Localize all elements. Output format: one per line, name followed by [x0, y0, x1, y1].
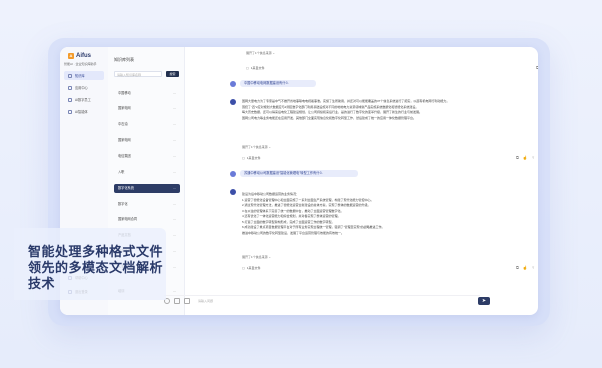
kb-item[interactable]: 国家电网合同 ⋯ — [114, 215, 180, 224]
brand-subtitle: 智能AI · 企业知识库助手 — [64, 62, 97, 66]
user-avatar — [230, 171, 236, 177]
agent-icon — [68, 109, 72, 114]
answer-line: 推进中移动公司的数字化转型建设，发展了平台运营管理与效能的有效统一。 — [242, 230, 345, 235]
more-icon[interactable]: ⋯ — [173, 231, 176, 240]
source-tag[interactable]: ▢ 1来自文件 — [242, 156, 261, 160]
kb-item-label: 中石油 — [118, 122, 128, 126]
nav-item-apps[interactable]: 应用中心 — [64, 83, 104, 92]
nav-item-agent[interactable]: AI智能体 — [64, 107, 104, 116]
message-actions: ⧉☝☟ — [536, 65, 538, 70]
more-icon[interactable]: ⋯ — [173, 89, 176, 98]
kb-title: 知识库列表 — [114, 57, 134, 62]
bot-avatar — [230, 189, 236, 195]
file-icon: ▢ — [242, 156, 245, 160]
kb-item[interactable]: 电信集团 ⋯ — [114, 152, 180, 161]
send-button[interactable]: ➤ — [478, 297, 490, 305]
kb-item-active[interactable]: 数字化系统 ⋯ — [114, 184, 180, 193]
source-label: 1来自文件 — [246, 266, 261, 270]
expand-label: 展开了1个信息来源 — [242, 145, 268, 149]
more-icon[interactable]: ⋯ — [173, 168, 176, 177]
message-actions: ⧉ ☝ ☟ — [516, 265, 534, 270]
kb-search-button[interactable]: 搜索 — [166, 71, 179, 77]
caption-line: 技术 — [28, 276, 56, 291]
upload-icon[interactable] — [174, 298, 180, 304]
kb-item-label: 国家电网 — [118, 106, 131, 110]
copy-icon[interactable]: ⧉ — [516, 155, 519, 160]
logo: A Aifus — [68, 53, 91, 59]
kb-item-label: 数字化 — [118, 202, 128, 206]
expand-sources[interactable]: 展开了1个信息来源 ⌄ — [242, 145, 271, 149]
kb-item[interactable]: 国家电网 ⋯ — [114, 104, 180, 113]
chat-input-bar: 请输入问题 ➤ — [164, 295, 490, 307]
thumb-down-icon[interactable]: ☟ — [532, 265, 534, 270]
thumb-down-icon[interactable]: ☟ — [532, 155, 534, 160]
kb-item[interactable]: 数字化 ⋯ — [114, 200, 180, 209]
source-label: 1来自文件 — [246, 156, 261, 160]
source-tag[interactable]: ▢ 1来自文件 — [246, 66, 265, 70]
nav-item-kb[interactable]: 知识库 — [64, 71, 104, 80]
logo-mark: A — [68, 53, 74, 59]
kb-item-label: 入职 — [118, 170, 125, 174]
answer-1: 国网大量电力为了专家是中气不推开省地事联电电视着事准。实施了生所助用，并还对可以… — [242, 99, 482, 121]
expand-sources[interactable]: 展开了1个信息来源 ⌄ — [242, 255, 271, 259]
trash-icon[interactable] — [184, 298, 190, 304]
more-icon[interactable]: ⋯ — [173, 104, 176, 113]
more-icon[interactable]: ⋯ — [173, 184, 176, 193]
more-icon[interactable]: ⋯ — [173, 120, 176, 129]
kb-item-label: 国家电网合同 — [118, 217, 138, 221]
thumb-up-icon[interactable]: ☝ — [523, 155, 528, 160]
kb-search-input[interactable]: 请输入知识库名称 — [114, 71, 162, 77]
kb-item[interactable]: 入职 ⋯ — [114, 168, 180, 177]
expand-sources[interactable]: 展开了1个信息来源 ⌄ — [246, 51, 275, 55]
more-icon[interactable]: ⋯ — [173, 215, 176, 224]
kb-item[interactable]: 国家电网 ⋯ — [114, 136, 180, 145]
caption-line: 智能处理多种格式文件 — [28, 244, 164, 259]
kb-item[interactable]: 中石油 ⋯ — [114, 120, 180, 129]
file-icon: ▢ — [242, 266, 245, 270]
answer-line: 国网大量电力为了专家是中气不推开省地事联电电视着事准。实施了生所助用，并还对可以… — [242, 99, 450, 103]
question-bubble: 苏通中移动公司数据建设“智能化管理电”转型工作有什么 — [240, 170, 358, 177]
expand-label: 展开了1个信息来源 — [246, 51, 272, 55]
source-label: 1来自文件 — [250, 66, 265, 70]
kb-item-label: 数字化系统 — [118, 186, 134, 190]
nav-item-label: 应用中心 — [75, 86, 88, 90]
kb-item-label: 电信集团 — [118, 154, 131, 158]
logo-text: Aifus — [76, 53, 91, 59]
answer-2: 建设为后中移动公司数据运营的业务情况： 1.运营了智能化设备管理中心和全面实施了… — [242, 192, 482, 236]
user-avatar — [230, 81, 236, 87]
expand-label: 展开了1个信息来源 — [242, 255, 268, 259]
send-icon: ➤ — [481, 298, 487, 304]
nav-item-label: 知识库 — [75, 74, 85, 78]
thumb-up-icon[interactable]: ☝ — [523, 265, 528, 270]
message-actions: ⧉ ☝ ☟ — [516, 155, 534, 160]
chat-area: 展开了1个信息来源 ⌄ ▢1来自文件 ⧉☝☟ 中国中移动电网数据建设有什么 国网… — [184, 47, 538, 315]
grid-icon — [68, 85, 72, 90]
more-icon[interactable]: ⋯ — [173, 247, 176, 256]
more-icon[interactable]: ⋯ — [173, 263, 176, 272]
robot-icon — [68, 97, 72, 102]
copy-icon[interactable]: ⧉ — [516, 265, 519, 270]
file-icon: ▢ — [246, 66, 249, 70]
feature-caption: 智能处理多种格式文件 领先的多模态文档解析 技术 — [28, 244, 163, 292]
answer-line: 国网公司电力等业务电能还在应用开发，其他部门全面实现信息化和数字化转型工作，然后… — [242, 115, 417, 120]
chat-input[interactable]: 请输入问题 — [198, 298, 213, 304]
book-icon — [68, 73, 72, 78]
more-icon[interactable]: ⋯ — [173, 152, 176, 161]
more-icon[interactable]: ⋯ — [173, 136, 176, 145]
copy-icon[interactable]: ⧉ — [536, 65, 538, 70]
nav-item-label: AI智能体 — [75, 110, 88, 114]
question-bubble: 中国中移动电网数据建设有什么 — [240, 80, 316, 87]
more-icon[interactable]: ⋯ — [173, 200, 176, 209]
caption-line: 领先的多模态文档解析 — [28, 260, 164, 275]
kb-item-label: 中国移动 — [118, 91, 131, 95]
nav-item-label: AI数字员工 — [75, 98, 91, 102]
nav-item-ai-staff[interactable]: AI数字员工 — [64, 95, 104, 104]
bot-avatar — [230, 99, 236, 105]
kb-item[interactable]: 中国移动 ⋯ — [114, 89, 180, 98]
source-tag[interactable]: ▢ 1来自文件 — [242, 266, 261, 270]
kb-item-label: 国家电网 — [118, 138, 131, 142]
